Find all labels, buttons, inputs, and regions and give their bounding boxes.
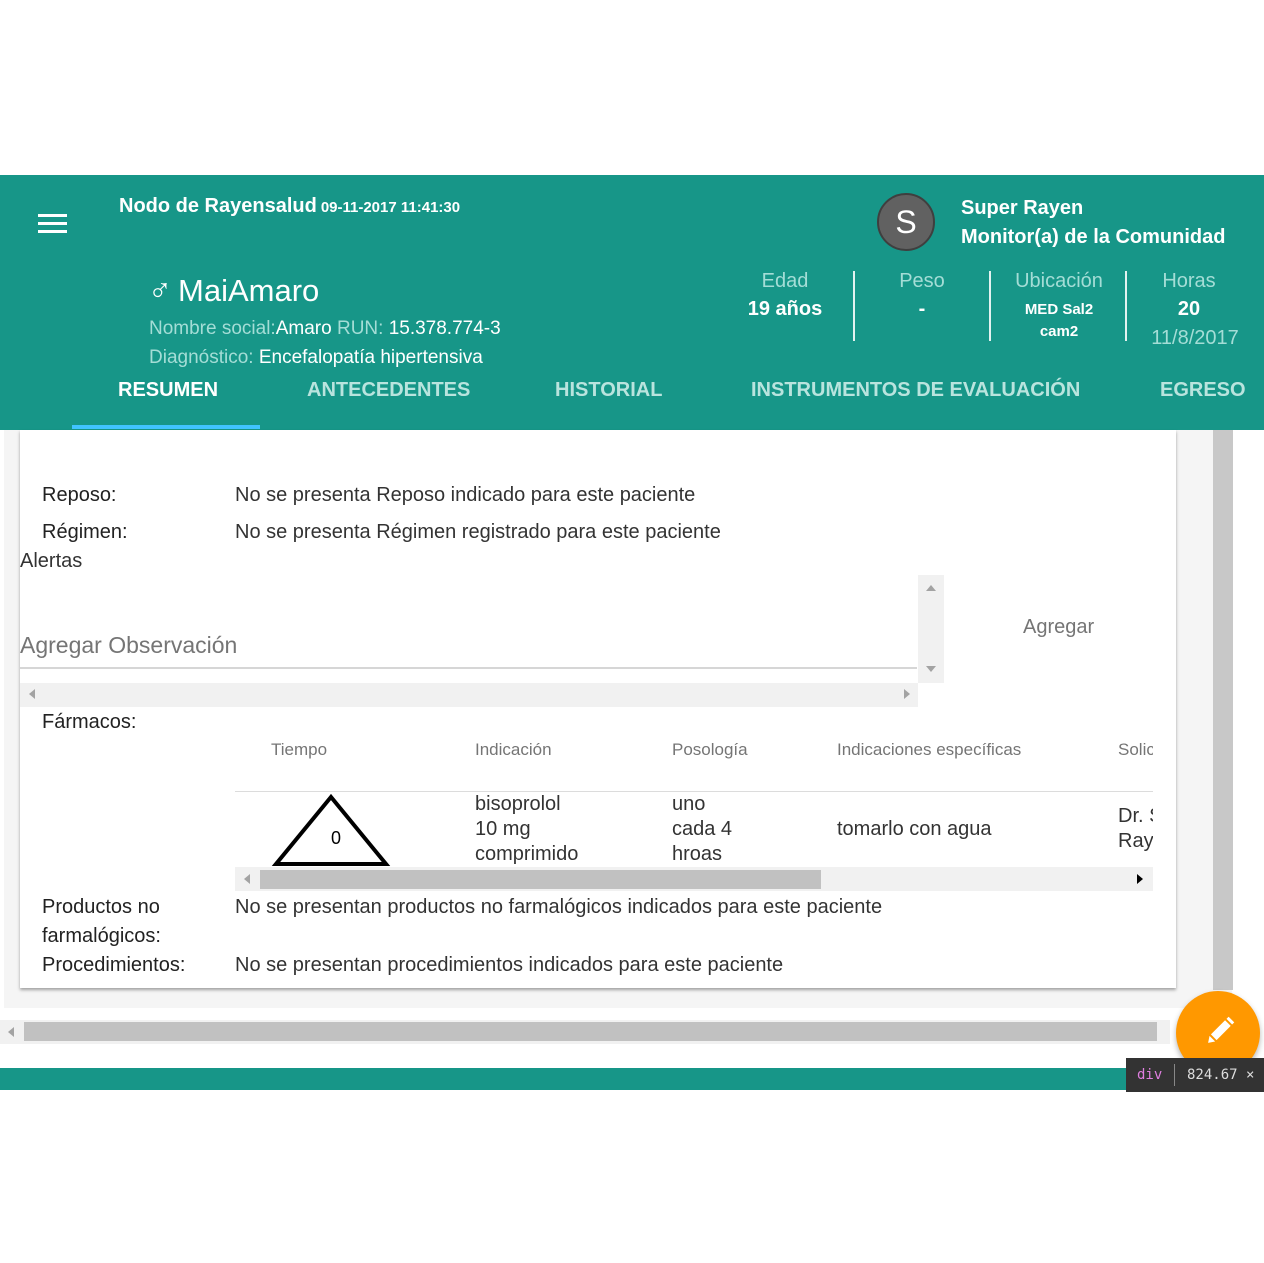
user-role: Monitor(a) de la Comunidad — [961, 226, 1226, 248]
weight-label: Peso — [899, 270, 945, 292]
hours-date: 11/8/2017 — [1151, 327, 1239, 349]
age-value: 19 años — [747, 298, 823, 320]
patient-name: ♂ MaiAmaro — [148, 272, 319, 309]
menu-icon[interactable] — [38, 212, 68, 236]
footer-bar — [0, 1068, 1264, 1090]
active-tab-indicator — [72, 425, 260, 429]
stat-age: Edad 19 años — [735, 270, 835, 321]
scroll-arrows-icon — [29, 689, 910, 699]
tab-instrumentos[interactable]: INSTRUMENTOS DE EVALUACIÓN — [751, 379, 1080, 402]
reposo-text: No se presenta Reposo indicado para este… — [235, 484, 696, 506]
indicacion-cell: bisoprolol 10 mg comprimido — [475, 792, 578, 867]
regimen-text: No se presenta Régimen registrado para e… — [235, 521, 721, 543]
patient-diagnosis: Diagnóstico: Encefalopatía hipertensiva — [149, 347, 483, 369]
drug-table-scroll-thumb[interactable] — [260, 870, 821, 889]
devtools-tooltip: div 824.67 × 1 — [1126, 1058, 1264, 1092]
patient-social-name: Nombre social:Amaro RUN: 15.378.774-3 — [149, 318, 501, 340]
posologia-line: hroas — [672, 843, 723, 865]
scroll-arrows-icon — [926, 585, 936, 672]
procedimientos-label: Procedimientos: — [42, 954, 186, 976]
age-label: Edad — [761, 270, 809, 292]
hours-value: 20 — [1177, 298, 1201, 320]
avatar[interactable]: S — [877, 193, 935, 251]
app-header: Nodo de Rayensalud 09-11-2017 11:41:30 S … — [0, 175, 1264, 430]
devtools-size: 824.67 × 1 — [1187, 1067, 1264, 1083]
node-timestamp: 09-11-2017 11:41:30 — [320, 199, 461, 216]
location-label: Ubicación — [1015, 270, 1103, 292]
social-name-label: Nombre social: — [149, 318, 276, 339]
column-header-indicacion[interactable]: Indicación — [475, 740, 552, 760]
devtools-tag: div — [1137, 1067, 1163, 1083]
procedimientos-text: No se presentan procedimientos indicados… — [235, 954, 784, 976]
page-scroll-thumb[interactable] — [24, 1022, 1157, 1041]
observation-underline — [20, 667, 917, 669]
stat-divider — [853, 271, 855, 341]
solicitante-line: Ray — [1118, 830, 1153, 852]
column-header-posologia[interactable]: Posología — [672, 740, 748, 760]
diagnosis-label: Diagnóstico: — [149, 347, 259, 368]
regimen-label: Régimen: — [42, 521, 128, 543]
stat-divider — [989, 271, 991, 341]
social-name-value: Amaro — [275, 318, 332, 339]
posologia-cell: uno cada 4 hroas — [672, 792, 732, 867]
productos-text: No se presentan productos no farmalógico… — [235, 896, 883, 918]
scroll-left-icon — [8, 1027, 14, 1037]
user-name: Super Rayen — [961, 197, 1084, 219]
tab-historial[interactable]: HISTORIAL — [555, 379, 662, 402]
indicacion-line: 10 mg — [475, 818, 531, 840]
productos-label-line2: farmalógicos: — [42, 925, 161, 947]
especificas-cell: tomarlo con agua — [837, 818, 992, 840]
stat-divider — [1125, 271, 1127, 341]
diagnosis-value: Encefalopatía hipertensiva — [258, 347, 483, 368]
location-line2: cam2 — [1039, 323, 1079, 340]
node-title: Nodo de Rayensalud 09-11-2017 11:41:30 — [119, 195, 460, 218]
indicacion-line: comprimido — [475, 843, 579, 865]
observation-vertical-scrollbar[interactable] — [918, 575, 944, 683]
reposo-label: Reposo: — [42, 484, 117, 506]
column-header-especificas[interactable]: Indicaciones específicas — [837, 740, 1021, 760]
stat-weight: Peso - — [872, 270, 972, 321]
tab-resumen[interactable]: RESUMEN — [118, 379, 218, 402]
indicacion-line: bisoprolol — [475, 793, 561, 815]
table-row[interactable]: 0 — [271, 792, 391, 868]
tiempo-badge-value: 0 — [331, 828, 342, 848]
node-name: Nodo de Rayensalud — [119, 195, 317, 217]
stat-hours: Horas 20 11/8/2017 — [1140, 270, 1250, 350]
tab-egreso[interactable]: EGRESO — [1160, 379, 1246, 402]
run-label: RUN: — [331, 318, 389, 339]
posologia-line: cada 4 — [672, 818, 733, 840]
devtools-separator — [1174, 1064, 1175, 1086]
column-header-solicitante[interactable]: Solic — [1118, 740, 1153, 760]
stat-location: Ubicación MED Sal2 cam2 — [1004, 270, 1114, 343]
add-observation-button[interactable]: Agregar — [1023, 616, 1094, 639]
run-value: 15.378.774-3 — [388, 318, 501, 339]
productos-label-line1: Productos no — [42, 896, 160, 918]
column-header-tiempo[interactable]: Tiempo — [271, 740, 327, 760]
weight-value: - — [918, 298, 926, 320]
tab-antecedentes[interactable]: ANTECEDENTES — [307, 379, 470, 402]
male-gender-icon: ♂ — [148, 272, 172, 308]
observation-placeholder: Agregar Observación — [20, 632, 238, 658]
hours-label: Horas — [1162, 270, 1216, 292]
solicitante-line: Dr. S — [1118, 805, 1153, 827]
observation-horizontal-scrollbar[interactable] — [20, 683, 918, 707]
posologia-line: uno — [672, 793, 706, 815]
vertical-scrollbar[interactable] — [1213, 430, 1233, 990]
solicitante-cell: Dr. S Ray — [1118, 804, 1153, 854]
farmacos-label: Fármacos: — [42, 711, 137, 733]
alertas-label: Alertas — [20, 550, 83, 572]
location-line1: MED Sal2 — [1024, 301, 1094, 318]
patient-name-text: MaiAmaro — [178, 273, 320, 308]
